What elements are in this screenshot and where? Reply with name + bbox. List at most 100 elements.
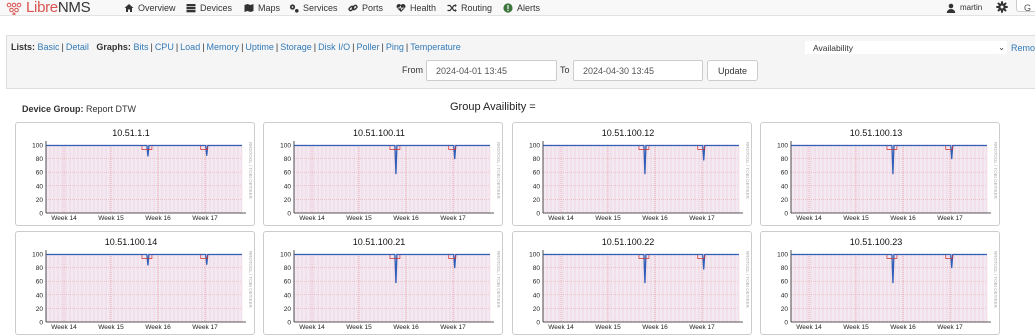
random-icon — [447, 3, 457, 12]
y-tick-label: 40 — [36, 292, 44, 299]
x-tick-label: Week 17 — [689, 215, 715, 222]
update-button[interactable]: Update — [707, 60, 758, 81]
availability-graph-tile[interactable]: 10.51.100.22 100 80 60 40 20 0 Week 14 Week 15 We… — [512, 231, 752, 335]
y-tick-label: 40 — [533, 292, 541, 299]
nav-ports-label: Ports — [362, 2, 384, 13]
rrdtool-watermark: RRDTOOL / TOBI OETIKER — [496, 142, 501, 200]
y-tick-label: 60 — [36, 279, 44, 286]
availability-chart: 100 80 60 40 20 0 Week 14 Week 15 Week 16 Week 17… — [32, 141, 253, 222]
nav-maps-label: Maps — [258, 2, 281, 13]
nav-health-label: Health — [410, 2, 437, 13]
availability-chart: 100 80 60 40 20 0 Week 14 Week 15 Week 16 Week 17… — [777, 141, 998, 222]
nav-services[interactable]: Services — [289, 0, 338, 15]
availability-graph-tile[interactable]: 10.51.100.11 100 80 60 40 20 0 Week 14 Week 15 We… — [263, 122, 503, 226]
y-tick-label: 100 — [529, 143, 540, 150]
nav-services-label: Services — [303, 2, 338, 13]
availability-graph-tile[interactable]: 10.51.100.14 100 80 60 40 20 0 Week 14 Week 15 We… — [15, 231, 255, 335]
y-tick-label: 0 — [287, 211, 291, 218]
user-icon — [946, 3, 956, 13]
availability-graph-tile[interactable]: 10.51.100.12 100 80 60 40 20 0 Week 14 Week 15 We… — [512, 122, 752, 226]
y-tick-label: 100 — [280, 143, 291, 150]
nav-ports[interactable]: Ports — [348, 0, 383, 15]
y-tick-label: 0 — [39, 320, 43, 327]
availability-graph-tile[interactable]: 10.51.100.13 100 80 60 40 20 0 Week 14 Week 15 We… — [760, 122, 1000, 226]
graph-type-select[interactable]: Availability ⌄ — [805, 41, 1007, 54]
y-tick-label: 80 — [36, 156, 44, 163]
y-tick-label: 80 — [533, 156, 541, 163]
remove-link[interactable]: Remove — [1011, 43, 1035, 53]
nav-alerts-label: Alerts — [517, 2, 541, 13]
availability-graph-tile[interactable]: 10.51.100.21 100 80 60 40 20 0 Week 14 Week 15 We… — [263, 231, 503, 335]
x-tick-label: Week 15 — [346, 215, 372, 222]
x-tick-label: Week 15 — [346, 324, 372, 331]
from-label: From — [402, 65, 423, 75]
graph-storage-link[interactable]: Storage — [280, 42, 312, 52]
to-date-input[interactable]: 2024-04-30 13:45 — [573, 60, 703, 81]
link-icon — [348, 4, 358, 11]
x-tick-label: Week 14 — [796, 324, 822, 331]
x-tick-label: Week 15 — [843, 215, 869, 222]
graph-poller-link[interactable]: Poller — [357, 42, 380, 52]
graph-cpu-link[interactable]: CPU — [155, 42, 174, 52]
plot-area — [294, 254, 490, 322]
graph-uptime-link[interactable]: Uptime — [245, 42, 274, 52]
filter-panel: Lists: Basic | Detail Graphs: Bits | CPU | Loa… — [6, 35, 1035, 89]
availability-chart: 100 80 60 40 20 0 Week 14 Week 15 Week 16 Week 17… — [777, 250, 998, 331]
user-menu[interactable]: martin — [946, 0, 982, 15]
graph-bits-link[interactable]: Bits — [133, 42, 148, 52]
x-tick-label: Week 17 — [689, 324, 715, 331]
y-tick-label: 100 — [32, 252, 43, 259]
x-tick-label: Week 16 — [890, 215, 916, 222]
availability-graph-tile[interactable]: 10.51.1.1 100 80 60 40 20 0 Week 14 Week 15 Week … — [15, 122, 255, 226]
rrdtool-watermark: RRDTOOL / TOBI OETIKER — [993, 251, 998, 309]
y-tick-label: 20 — [781, 306, 789, 313]
brand-name: LibreNMS — [26, 0, 91, 16]
from-date-input[interactable]: 2024-04-01 13:45 — [426, 60, 557, 81]
plot-area — [46, 145, 242, 213]
y-tick-label: 0 — [784, 320, 788, 327]
graph-load-link[interactable]: Load — [180, 42, 200, 52]
graph-temperature-link[interactable]: Temperature — [410, 42, 461, 52]
global-search-input[interactable]: G — [1016, 0, 1035, 13]
x-tick-label: Week 15 — [98, 215, 124, 222]
availability-chart: 100 80 60 40 20 0 Week 14 Week 15 Week 16 Week 17… — [529, 250, 750, 331]
nav-overview[interactable]: Overview — [124, 0, 176, 15]
y-tick-label: 0 — [784, 211, 788, 218]
nav-devices[interactable]: Devices — [186, 0, 232, 15]
graph-diskio-link[interactable]: Disk I/O — [318, 42, 350, 52]
x-tick-label: Week 14 — [51, 215, 77, 222]
x-tick-label: Week 17 — [440, 215, 466, 222]
list-basic-link[interactable]: Basic — [38, 42, 60, 52]
availability-graph-tile[interactable]: 10.51.100.23 100 80 60 40 20 0 Week 14 Week 15 We… — [760, 231, 1000, 335]
nav-alerts[interactable]: Alerts — [503, 0, 540, 15]
top-navbar: LibreNMS Overview Devices Maps Services … — [0, 0, 1035, 16]
gear-icon[interactable] — [996, 1, 1008, 13]
y-tick-label: 80 — [533, 265, 541, 272]
x-tick-label: Week 16 — [393, 215, 419, 222]
availability-chart: 100 80 60 40 20 0 Week 14 Week 15 Week 16 Week 17… — [529, 141, 750, 222]
nav-overview-label: Overview — [138, 2, 176, 13]
x-tick-label: Week 14 — [299, 215, 325, 222]
x-tick-label: Week 15 — [595, 324, 621, 331]
y-tick-label: 100 — [777, 252, 788, 259]
availability-chart: 100 80 60 40 20 0 Week 14 Week 15 Week 16 Week 17… — [280, 250, 501, 331]
x-tick-label: Week 14 — [548, 324, 574, 331]
y-tick-label: 100 — [280, 252, 291, 259]
graph-memory-link[interactable]: Memory — [207, 42, 240, 52]
y-tick-label: 40 — [284, 183, 292, 190]
graphs-label: Graphs: — [96, 42, 131, 52]
nav-routing[interactable]: Routing — [447, 0, 492, 15]
server-icon — [186, 3, 196, 12]
nav-devices-label: Devices — [200, 2, 233, 13]
exclamation-circle-icon — [503, 2, 513, 13]
x-tick-label: Week 17 — [192, 215, 218, 222]
heartbeat-icon — [396, 3, 406, 12]
graph-ping-link[interactable]: Ping — [386, 42, 404, 52]
y-tick-label: 20 — [533, 306, 541, 313]
brand-logo[interactable]: LibreNMS — [4, 0, 91, 16]
x-tick-label: Week 15 — [843, 324, 869, 331]
nav-maps[interactable]: Maps — [244, 0, 280, 15]
nav-health[interactable]: Health — [396, 0, 436, 15]
plot-area — [294, 145, 490, 213]
list-detail-link[interactable]: Detail — [66, 42, 89, 52]
